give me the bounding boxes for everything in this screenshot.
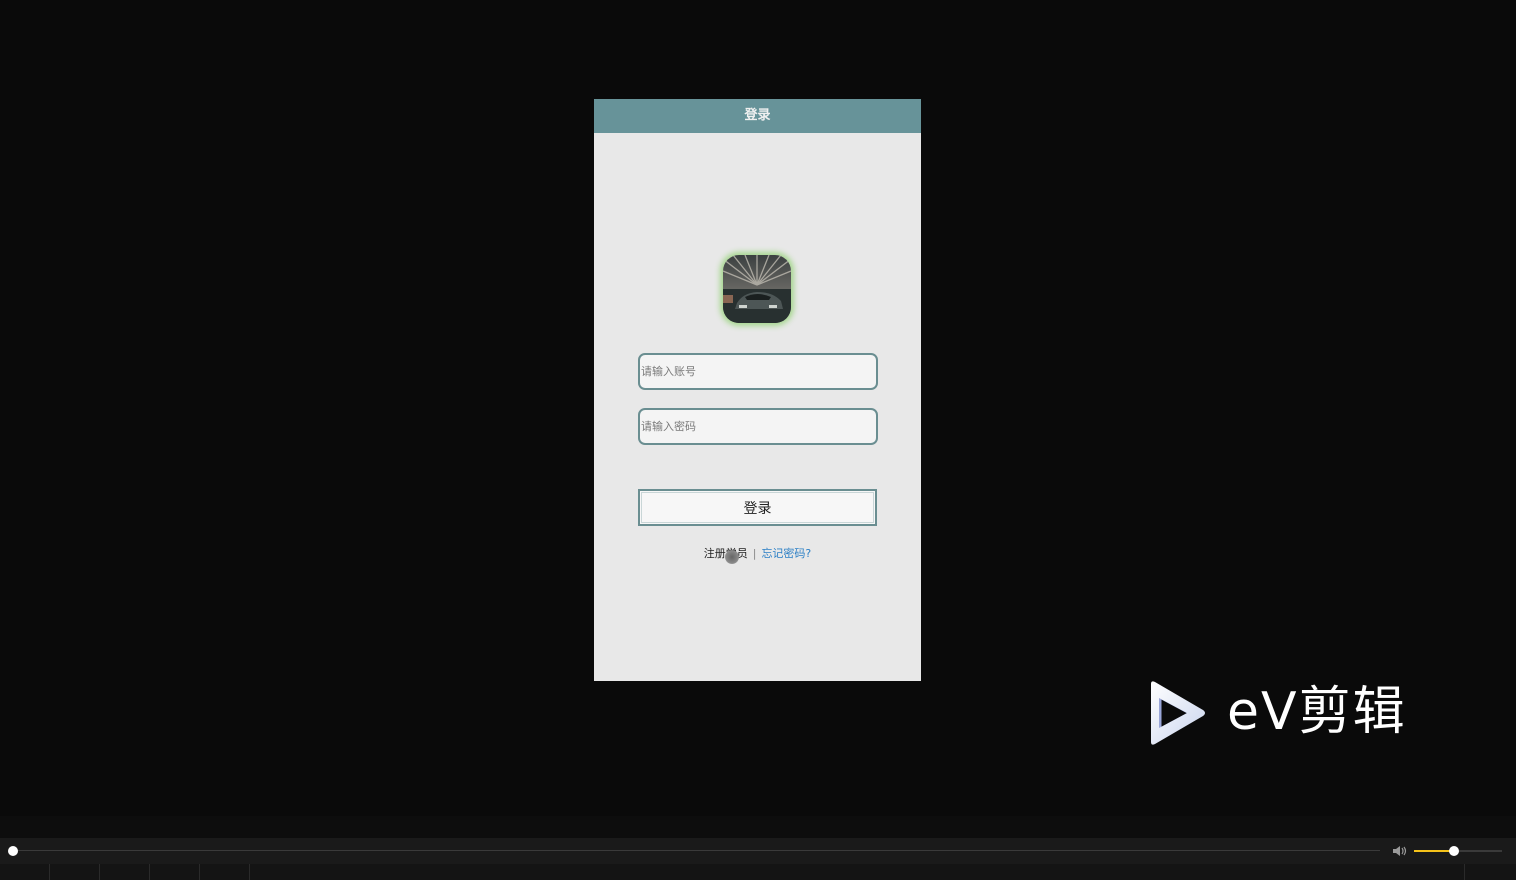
login-screen: 登录 请输入账号 登录 | 忘记密码? (594, 99, 921, 681)
app-logo-icon (723, 255, 791, 323)
progress-knob[interactable] (8, 846, 18, 856)
mouse-cursor-icon (725, 550, 739, 564)
volume-knob[interactable] (1448, 846, 1459, 856)
control-slot[interactable] (150, 864, 200, 880)
control-slot[interactable] (100, 864, 150, 880)
volume-slider[interactable] (1414, 846, 1502, 856)
watermark-text: eV剪辑 (1227, 682, 1407, 742)
account-input[interactable] (638, 353, 878, 390)
video-player-controls (0, 816, 1516, 880)
control-slot[interactable] (0, 864, 50, 880)
page-title: 登录 (594, 99, 921, 133)
progress-track[interactable] (12, 850, 1380, 851)
auth-links: 注册学员|忘记密码? (594, 545, 921, 561)
control-slot[interactable] (50, 864, 100, 880)
link-separator: | (752, 547, 757, 560)
play-logo-icon (1151, 681, 1205, 745)
password-input[interactable] (638, 408, 878, 445)
watermark: eV剪辑 (1145, 678, 1445, 748)
control-strip (0, 864, 1516, 880)
control-slot[interactable] (200, 864, 250, 880)
speaker-icon[interactable] (1392, 844, 1408, 858)
control-slot[interactable] (1465, 864, 1516, 880)
seek-bar-area (0, 838, 1516, 864)
forgot-password-link[interactable]: 忘记密码? (761, 547, 811, 560)
video-frame: 登录 请输入账号 登录 | 忘记密码? eV剪辑 (0, 0, 1516, 816)
control-spacer (250, 864, 1465, 880)
login-button[interactable]: 登录 (638, 489, 877, 526)
car-photo-icon (723, 255, 791, 323)
volume-fill (1414, 850, 1454, 852)
